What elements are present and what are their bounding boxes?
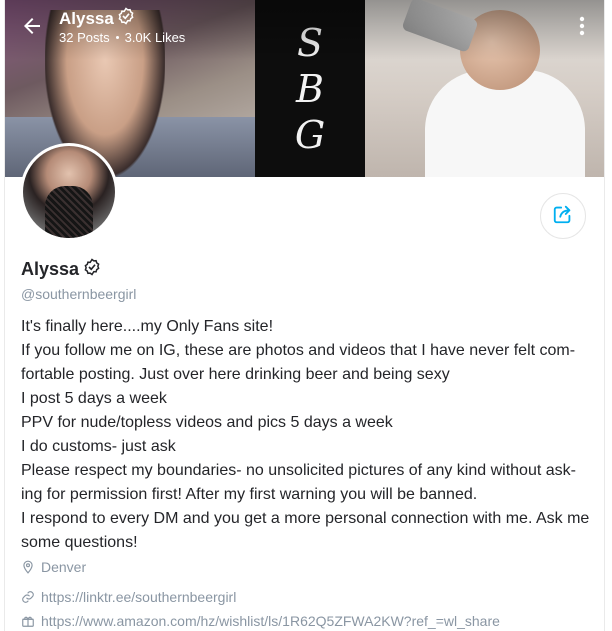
location-pin-icon [21, 560, 35, 574]
verified-badge-icon [117, 7, 135, 30]
bio-line: fortable posting. Just over here drinkin… [21, 366, 450, 383]
bio-line: I post 5 days a week [21, 390, 167, 407]
bio-line: some questions! [21, 534, 138, 551]
bio-line: I respond to every DM and you get a more… [21, 510, 590, 527]
verified-badge-icon [83, 258, 101, 281]
gift-icon [21, 614, 35, 628]
profile-bio: It's finally here....my Only Fans site! … [21, 315, 590, 555]
profile-name-row: Alyssa [21, 258, 101, 281]
bio-line: ing for permission first! After my first… [21, 486, 478, 503]
more-vertical-icon[interactable] [572, 14, 592, 38]
avatar-image [23, 146, 115, 238]
link-icon [21, 590, 35, 604]
header-stats: 32 Posts 3.0K Likes [59, 30, 185, 45]
profile-name: Alyssa [21, 259, 80, 279]
likes-count: 3.0K Likes [124, 30, 186, 45]
share-icon [552, 203, 574, 230]
header-title-row: Alyssa [59, 7, 135, 30]
posts-count: 32 Posts [59, 30, 110, 45]
bio-line: It's finally here....my Only Fans site! [21, 318, 274, 335]
back-arrow-icon[interactable] [20, 14, 44, 38]
header-title: Alyssa [59, 8, 114, 28]
avatar[interactable] [20, 143, 118, 241]
cover-letter: B [296, 66, 324, 111]
share-button[interactable] [540, 193, 586, 239]
wishlist-row: https://www.amazon.com/hz/wishlist/ls/1R… [21, 613, 500, 629]
profile-handle: @southernbeergirl [21, 286, 137, 302]
location-text: Denver [41, 559, 87, 575]
website-link[interactable]: https://linktr.ee/southernbeergirl [41, 589, 236, 605]
bio-line: If you follow me on IG, these are photos… [21, 342, 576, 359]
cover-letter: G [294, 112, 326, 157]
location-row: Denver [21, 559, 86, 575]
website-row: https://linktr.ee/southernbeergirl [21, 589, 236, 605]
bio-line: I do customs- just ask [21, 438, 176, 455]
wishlist-link[interactable]: https://www.amazon.com/hz/wishlist/ls/1R… [41, 613, 500, 629]
bio-line: Please respect my boundaries- no unsolic… [21, 462, 576, 479]
bio-line: PPV for nude/topless videos and pics 5 d… [21, 414, 393, 431]
separator-dot [115, 36, 119, 39]
